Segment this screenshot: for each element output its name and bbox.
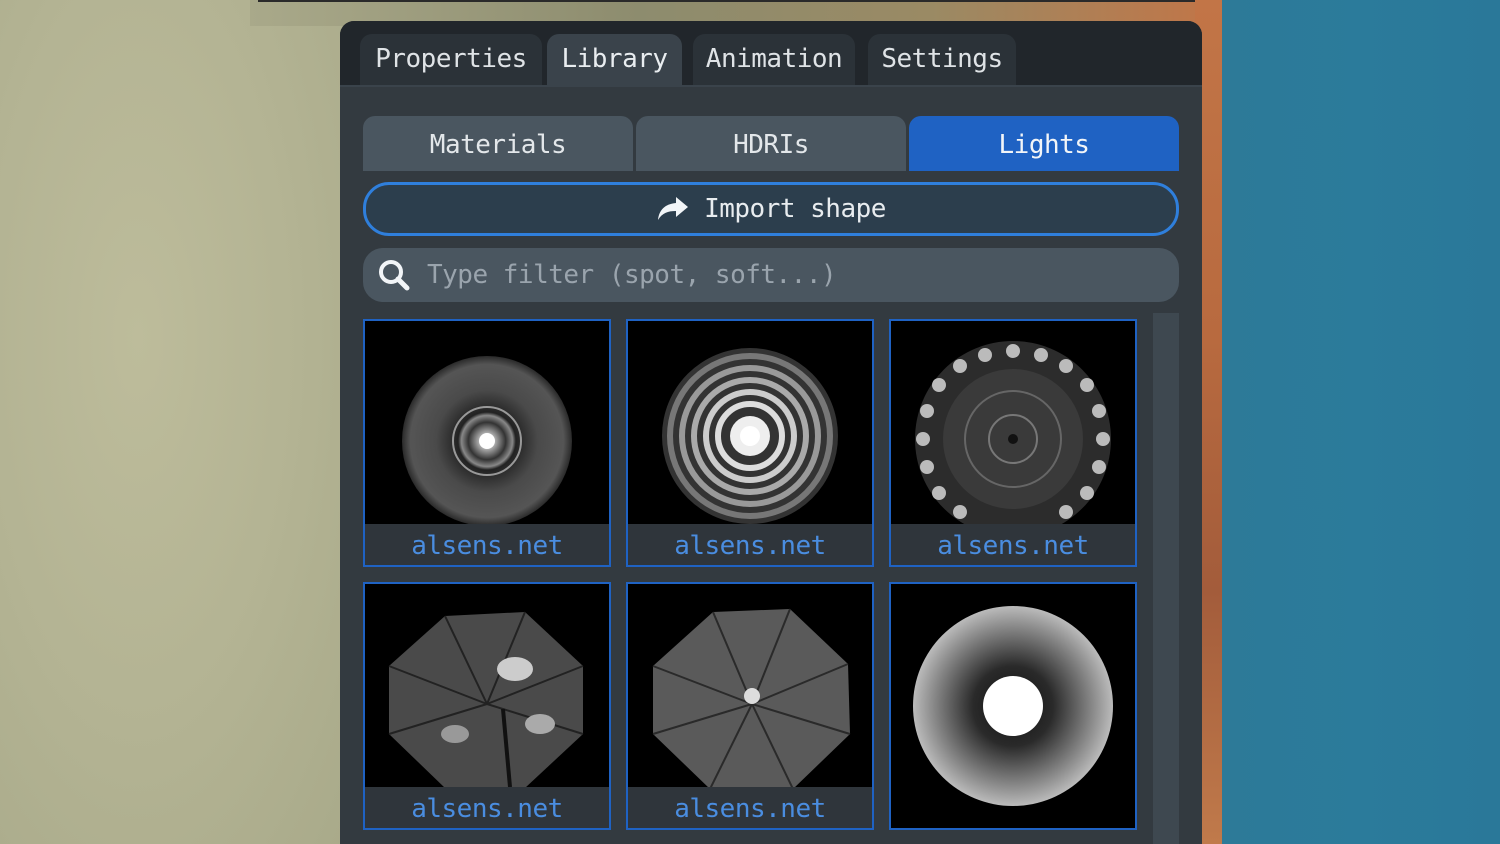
light-item[interactable]: alsens.net (626, 582, 874, 830)
subtab-lights[interactable]: Lights (909, 116, 1179, 171)
tab-properties[interactable]: Properties (360, 34, 542, 85)
tab-settings[interactable]: Settings (868, 34, 1016, 85)
scrollbar-track[interactable] (1153, 313, 1179, 844)
fresnel-spot-thumbnail (662, 348, 838, 524)
light-item[interactable]: alsens.net (363, 319, 611, 567)
soft-disc-thumbnail (913, 606, 1113, 806)
light-item-caption: alsens.net (628, 524, 872, 565)
light-item[interactable]: alsens.net (626, 319, 874, 567)
filter-input[interactable] (427, 255, 1179, 295)
lights-grid: alsens.net alsens.net alsens.net alsens.… (363, 319, 1153, 844)
search-icon (379, 260, 410, 291)
light-item[interactable] (889, 582, 1137, 830)
tab-divider (340, 85, 1202, 87)
import-shape-label: Import shape (704, 194, 886, 224)
filter-search-bar (363, 248, 1179, 302)
light-item[interactable]: alsens.net (363, 582, 611, 830)
light-item-caption: alsens.net (365, 787, 609, 828)
beauty-dish-thumbnail (915, 341, 1111, 524)
import-shape-button[interactable]: Import shape (363, 182, 1179, 236)
main-tab-bar: Properties Library Animation Settings (340, 21, 1202, 85)
round-reflector-thumbnail (402, 356, 572, 524)
background-blue (1222, 0, 1500, 844)
library-panel: Properties Library Animation Settings Ma… (340, 21, 1202, 844)
light-item-caption: alsens.net (365, 524, 609, 565)
umbrella-silver-thumbnail (388, 611, 584, 787)
light-item[interactable]: alsens.net (889, 319, 1137, 567)
subtab-hdris[interactable]: HDRIs (636, 116, 906, 171)
subtab-materials[interactable]: Materials (363, 116, 633, 171)
background-top-line (258, 0, 1213, 2)
umbrella-grey-thumbnail (652, 608, 851, 787)
light-item-caption: alsens.net (628, 787, 872, 828)
light-item-caption: alsens.net (891, 524, 1135, 565)
share-arrow-icon (658, 197, 689, 220)
background-left (0, 0, 345, 844)
tab-animation[interactable]: Animation (693, 34, 855, 85)
tab-library[interactable]: Library (547, 34, 682, 85)
